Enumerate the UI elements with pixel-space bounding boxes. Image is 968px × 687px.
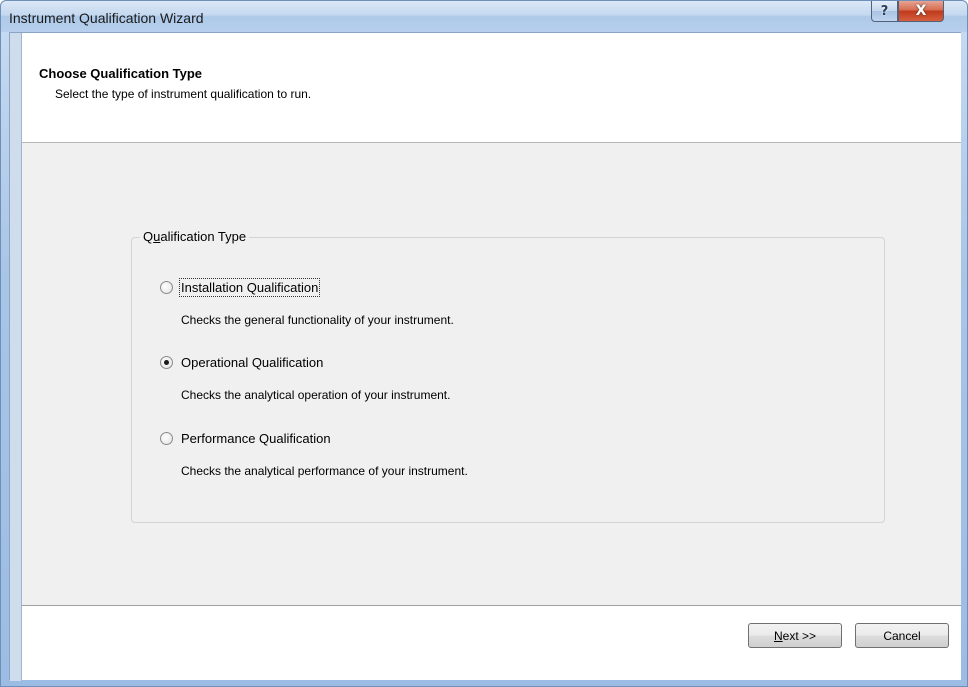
wizard-header-panel: Choose Qualification Type Select the typ… — [22, 33, 961, 143]
option-operational-qualification[interactable]: Operational Qualification — [160, 355, 323, 370]
performance-description: Checks the analytical performance of you… — [181, 464, 468, 478]
wizard-content-panel: Qualification Type Installation Qualific… — [22, 143, 961, 605]
window-title: Instrument Qualification Wizard — [9, 10, 204, 26]
help-button[interactable]: ? — [871, 1, 898, 22]
title-bar[interactable]: Instrument Qualification Wizard ? X — [1, 1, 967, 32]
performance-label[interactable]: Performance Qualification — [181, 431, 331, 446]
page-title: Choose Qualification Type — [39, 66, 203, 81]
page-subtitle: Select the type of instrument qualificat… — [55, 87, 312, 101]
qualification-type-legend: Qualification Type — [140, 229, 250, 244]
installation-description: Checks the general functionality of your… — [181, 313, 454, 327]
operational-radio[interactable] — [160, 356, 173, 369]
operational-label[interactable]: Operational Qualification — [181, 355, 323, 370]
operational-description: Checks the analytical operation of your … — [181, 388, 451, 402]
next-button[interactable]: Next >> — [748, 623, 842, 648]
close-icon: X — [915, 3, 927, 19]
help-icon: ? — [880, 3, 889, 19]
qualification-type-group: Qualification Type Installation Qualific… — [131, 229, 885, 523]
option-performance-qualification[interactable]: Performance Qualification — [160, 431, 331, 446]
wizard-client-area: Choose Qualification Type Select the typ… — [9, 32, 961, 681]
left-frame-edge — [10, 33, 22, 681]
close-button[interactable]: X — [898, 1, 944, 22]
installation-radio[interactable] — [160, 281, 173, 294]
cancel-button[interactable]: Cancel — [855, 623, 949, 648]
option-installation-qualification[interactable]: Installation Qualification — [160, 278, 321, 297]
wizard-window: Instrument Qualification Wizard ? X Choo… — [0, 0, 968, 687]
wizard-footer: Next >> Cancel — [22, 607, 961, 680]
installation-label[interactable]: Installation Qualification — [178, 278, 321, 297]
performance-radio[interactable] — [160, 432, 173, 445]
